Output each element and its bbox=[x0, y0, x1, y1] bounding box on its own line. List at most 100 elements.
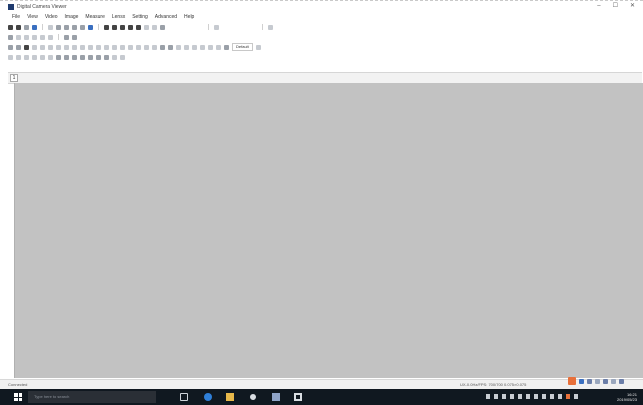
task-view-icon[interactable] bbox=[180, 393, 188, 401]
area-icon[interactable] bbox=[136, 44, 141, 50]
minimize-button[interactable]: – bbox=[597, 2, 600, 11]
zoom-select[interactable]: Default bbox=[232, 43, 253, 51]
rectangle-icon[interactable] bbox=[56, 44, 61, 50]
plus-icon[interactable] bbox=[144, 24, 149, 30]
curve-icon[interactable] bbox=[80, 44, 85, 50]
layout-3-icon[interactable] bbox=[120, 24, 125, 30]
menu-lensx[interactable]: Lensx bbox=[112, 14, 125, 20]
browser-icon[interactable] bbox=[204, 393, 212, 401]
close-button[interactable]: ✕ bbox=[630, 2, 635, 11]
wifi-icon[interactable] bbox=[510, 394, 514, 399]
person-icon[interactable] bbox=[486, 394, 490, 399]
dropdown-arrow-icon[interactable] bbox=[214, 24, 219, 30]
ellipse-icon[interactable] bbox=[72, 44, 77, 50]
zoom-in-icon[interactable] bbox=[48, 24, 53, 30]
perpendicular-icon[interactable] bbox=[104, 44, 109, 50]
angle-icon[interactable] bbox=[32, 44, 37, 50]
white-balance-icon[interactable] bbox=[72, 34, 77, 40]
display-icon[interactable] bbox=[550, 394, 554, 399]
menu-measure[interactable]: Measure bbox=[85, 14, 104, 20]
zoom-out-icon[interactable] bbox=[56, 24, 61, 30]
play-icon[interactable] bbox=[8, 24, 13, 30]
taskbar-clock[interactable]: 16:21 2019/05/23 bbox=[617, 392, 637, 402]
menu-file[interactable]: File bbox=[12, 14, 20, 20]
layout-5-icon[interactable] bbox=[136, 24, 141, 30]
menu-advanced[interactable]: Advanced bbox=[155, 14, 177, 20]
network-icon[interactable] bbox=[579, 378, 584, 384]
layout-2-icon[interactable] bbox=[112, 24, 117, 30]
layout-1-icon[interactable] bbox=[104, 24, 109, 30]
mirror-icon[interactable] bbox=[24, 34, 29, 40]
alert-icon[interactable] bbox=[566, 394, 570, 399]
count-icon[interactable] bbox=[152, 44, 157, 50]
notification-icon[interactable] bbox=[568, 377, 576, 385]
keyboard-icon[interactable] bbox=[526, 394, 530, 399]
arrow-icon[interactable] bbox=[120, 44, 125, 50]
snapshot-icon[interactable] bbox=[160, 24, 165, 30]
select-icon[interactable] bbox=[16, 44, 21, 50]
point-icon[interactable] bbox=[144, 44, 149, 50]
fit-window-icon[interactable] bbox=[64, 24, 69, 30]
polygon-icon[interactable] bbox=[64, 44, 69, 50]
distance-icon[interactable] bbox=[88, 44, 93, 50]
draw-eraser-icon[interactable] bbox=[112, 54, 117, 60]
arc-icon[interactable] bbox=[48, 44, 53, 50]
calibrate-icon[interactable] bbox=[168, 44, 173, 50]
draw-poly-icon[interactable] bbox=[40, 54, 45, 60]
draw-fill-icon[interactable] bbox=[88, 54, 93, 60]
usb-icon[interactable] bbox=[611, 378, 616, 384]
draw-arrow-icon[interactable] bbox=[64, 54, 69, 60]
crop-icon[interactable] bbox=[32, 34, 37, 40]
grid-icon[interactable] bbox=[80, 24, 85, 30]
message-icon[interactable] bbox=[542, 394, 546, 399]
rotate-icon[interactable] bbox=[8, 34, 13, 40]
draw-cross-icon[interactable] bbox=[72, 54, 77, 60]
language-icon[interactable] bbox=[534, 394, 538, 399]
taskbar-search[interactable]: Type here to search bbox=[28, 391, 156, 403]
brightness-icon[interactable] bbox=[40, 34, 45, 40]
record-icon[interactable] bbox=[152, 24, 157, 30]
color-icon[interactable] bbox=[88, 24, 93, 30]
undo-icon[interactable] bbox=[176, 44, 181, 50]
draw-more-icon[interactable] bbox=[120, 54, 125, 60]
text-icon[interactable] bbox=[128, 44, 133, 50]
radius-icon[interactable] bbox=[112, 44, 117, 50]
redo-icon[interactable] bbox=[184, 44, 189, 50]
contrast-icon[interactable] bbox=[48, 34, 53, 40]
pin-app-icon[interactable] bbox=[272, 393, 280, 401]
histogram-icon[interactable] bbox=[64, 34, 69, 40]
clear-icon[interactable] bbox=[200, 44, 205, 50]
circle-icon[interactable] bbox=[40, 44, 45, 50]
battery-icon[interactable] bbox=[502, 394, 506, 399]
sync-icon[interactable] bbox=[587, 378, 592, 384]
power-icon[interactable] bbox=[558, 394, 562, 399]
viewer-app-icon[interactable] bbox=[294, 393, 302, 401]
draw-text-icon[interactable] bbox=[56, 54, 61, 60]
settings-icon[interactable] bbox=[24, 24, 29, 30]
volume-icon[interactable] bbox=[619, 378, 624, 384]
action-center-icon[interactable] bbox=[574, 394, 578, 399]
pause-icon[interactable] bbox=[16, 24, 21, 30]
menu-view[interactable]: View bbox=[27, 14, 38, 20]
draw-rect-icon[interactable] bbox=[16, 54, 21, 60]
line-icon[interactable] bbox=[24, 44, 29, 50]
draw-width-icon[interactable] bbox=[104, 54, 109, 60]
cloud-icon[interactable] bbox=[595, 378, 600, 384]
draw-circle-icon[interactable] bbox=[24, 54, 29, 60]
parallel-icon[interactable] bbox=[96, 44, 101, 50]
maximize-button[interactable]: ☐ bbox=[613, 2, 618, 11]
menu-help[interactable]: Help bbox=[184, 14, 194, 20]
pointer-icon[interactable] bbox=[8, 44, 13, 50]
camera-icon[interactable] bbox=[32, 24, 37, 30]
delete-icon[interactable] bbox=[192, 44, 197, 50]
flip-icon[interactable] bbox=[16, 34, 21, 40]
dropdown-arrow-icon[interactable] bbox=[268, 24, 273, 30]
menu-setting[interactable]: Setting bbox=[132, 14, 148, 20]
menu-image[interactable]: Image bbox=[65, 14, 79, 20]
camera-app-icon[interactable] bbox=[250, 394, 256, 400]
speaker-icon[interactable] bbox=[518, 394, 522, 399]
document-tab[interactable]: 1 bbox=[10, 74, 18, 82]
shield-icon[interactable] bbox=[603, 378, 608, 384]
lock-icon[interactable] bbox=[216, 44, 221, 50]
file-explorer-icon[interactable] bbox=[226, 393, 234, 401]
